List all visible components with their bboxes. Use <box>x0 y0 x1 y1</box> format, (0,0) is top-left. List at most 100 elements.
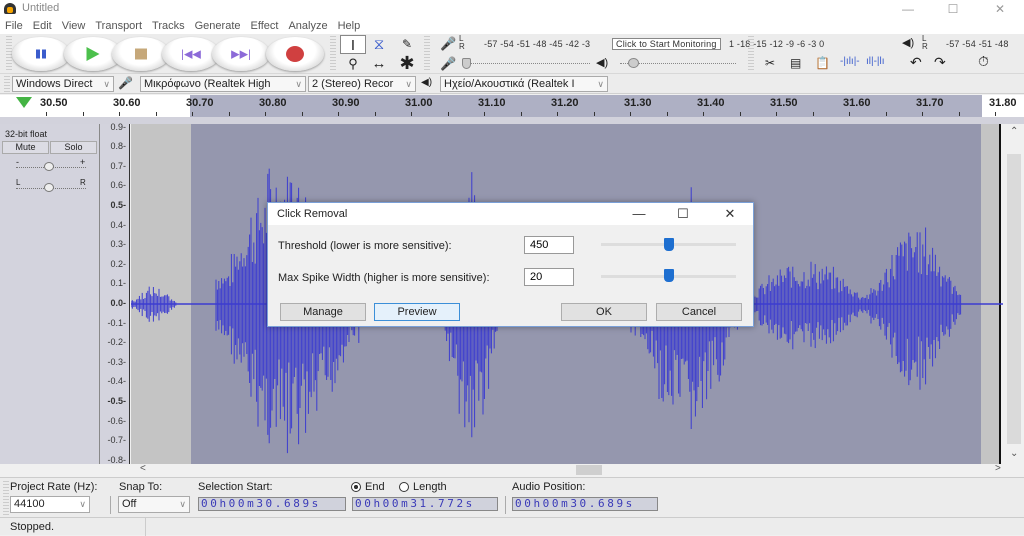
paste-button[interactable]: 📋 <box>815 56 830 70</box>
menu-generate[interactable]: Generate <box>190 18 246 34</box>
redo-button[interactable]: ↷ <box>934 54 946 71</box>
amplitude-label: -0.2- <box>107 337 126 348</box>
vertical-scroll-thumb[interactable] <box>1007 154 1021 444</box>
ruler-minor-tick <box>703 112 704 116</box>
preview-button[interactable]: Preview <box>374 303 460 321</box>
menu-file[interactable]: File <box>0 18 28 34</box>
ok-button[interactable]: OK <box>561 303 647 321</box>
ruler-minor-tick <box>520 112 522 116</box>
skip-to-end-button[interactable]: ▶▶| <box>212 37 270 71</box>
menu-transport[interactable]: Transport <box>90 18 147 34</box>
record-button[interactable] <box>266 37 324 71</box>
menu-view[interactable]: View <box>57 18 91 34</box>
horizontal-scroll-thumb[interactable] <box>576 465 602 475</box>
recording-channels-select[interactable]: 2 (Stereo) Recor <box>308 76 416 92</box>
device-grip[interactable] <box>4 76 10 92</box>
menu-tracks[interactable]: Tracks <box>147 18 190 34</box>
maximize-button[interactable]: ☐ <box>938 0 968 18</box>
status-divider <box>145 518 146 536</box>
click-removal-dialog: Click Removal — ☐ ✕ Threshold (lower is … <box>267 202 754 327</box>
menu-edit[interactable]: Edit <box>28 18 57 34</box>
length-label: Length <box>413 481 447 493</box>
close-button[interactable]: ✕ <box>985 0 1015 18</box>
amplitude-label: 0.7- <box>110 160 126 171</box>
input-volume-thumb[interactable] <box>462 58 471 69</box>
minimize-button[interactable]: — <box>893 0 923 18</box>
device-toolbar: Windows Direct 🎤 Μικρόφωνο (Realtek High… <box>0 74 1024 94</box>
ruler-tick: 31.80 <box>989 97 1017 109</box>
scroll-right-icon[interactable]: > <box>995 463 1001 474</box>
audio-position-time[interactable]: 00h00m30.689s <box>512 497 658 511</box>
monitor-tooltip[interactable]: Click to Start Monitoring <box>612 38 721 50</box>
multi-tool[interactable]: ✱ <box>394 54 420 73</box>
scroll-down-icon[interactable]: ⌄ <box>1010 448 1018 459</box>
menu-analyze[interactable]: Analyze <box>283 18 332 34</box>
selection-start-time[interactable]: 00h00m30.689s <box>198 497 346 511</box>
project-rate-select[interactable]: 44100 <box>10 496 90 513</box>
multi-tool-icon: ✱ <box>399 53 415 73</box>
playback-meter-scale[interactable]: -57 -54 -51 -48 <box>946 39 1009 49</box>
snap-to-select[interactable]: Off <box>118 496 190 513</box>
timeshift-tool[interactable]: ↔ <box>366 54 392 73</box>
menu-effect[interactable]: Effect <box>246 18 284 34</box>
spike-width-input[interactable] <box>524 268 574 286</box>
solo-button[interactable]: Solo <box>50 141 97 154</box>
playback-device-select[interactable]: Ηχείο/Ακουστικά (Realtek I <box>440 76 608 92</box>
dialog-minimize-button[interactable]: — <box>625 203 653 225</box>
envelope-tool[interactable]: ⧖ <box>366 35 392 54</box>
vertical-scrollbar[interactable]: ⌃ ⌄ <box>1004 124 1024 464</box>
title-bar: Untitled — ☐ ✕ <box>0 0 1024 18</box>
pause-button[interactable] <box>12 37 70 71</box>
play-head-icon[interactable] <box>16 97 32 108</box>
dialog-maximize-button[interactable]: ☐ <box>669 203 697 225</box>
end-radio[interactable] <box>351 482 361 492</box>
draw-tool[interactable]: ✎ <box>394 35 420 54</box>
divider <box>110 496 111 514</box>
ruler-minor-tick <box>812 112 814 116</box>
amplitude-label: -0.1- <box>107 317 126 328</box>
meter-divider <box>748 36 754 72</box>
gain-slider-thumb[interactable] <box>44 162 54 171</box>
track-control-panel: 32-bit float Mute Solo - + L R <box>0 124 100 464</box>
trim-button[interactable]: ✂ <box>765 56 775 70</box>
amplitude-label: 0.1- <box>110 278 126 289</box>
record-meter-scale[interactable]: -57 -54 -51 -48 -45 -42 -3 <box>484 39 590 49</box>
scroll-left-icon[interactable]: < <box>140 463 146 474</box>
recording-device-select[interactable]: Μικρόφωνο (Realtek High <box>140 76 306 92</box>
selection-end-time[interactable]: 00h00m31.772s <box>352 497 498 511</box>
timeline-ruler[interactable]: 30.50 30.60 30.70 30.80 30.90 31.00 31.1… <box>0 95 1024 117</box>
threshold-input[interactable] <box>524 236 574 254</box>
selection-toolbar: Project Rate (Hz): 44100 Snap To: Off Se… <box>0 477 1024 517</box>
skip-start-icon: |◀◀ <box>181 48 201 61</box>
threshold-slider-thumb[interactable] <box>663 238 674 251</box>
zoom-out-button[interactable]: ıl|-|lı <box>866 56 885 67</box>
zoom-in-button[interactable]: -|ılı|- <box>840 56 860 67</box>
audio-host-select[interactable]: Windows Direct <box>12 76 114 92</box>
manage-button[interactable]: Manage <box>280 303 366 321</box>
track-format: 32-bit float <box>5 129 48 139</box>
meter-grip[interactable] <box>424 36 430 72</box>
sync-lock-button[interactable]: ⏱ <box>978 53 989 70</box>
input-volume-mic-icon: 🎤 <box>440 56 457 71</box>
amplitude-label: 0.0- <box>110 298 126 308</box>
selection-tool[interactable]: I <box>340 35 366 54</box>
menu-help[interactable]: Help <box>333 18 366 34</box>
tools-grip[interactable] <box>330 36 336 72</box>
ruler-minor-tick <box>338 112 339 116</box>
silence-button[interactable]: ▤ <box>790 56 801 70</box>
pan-slider-thumb[interactable] <box>44 183 54 192</box>
spike-width-slider-thumb[interactable] <box>663 269 674 282</box>
mute-button[interactable]: Mute <box>2 141 49 154</box>
zoom-tool[interactable]: ⚲ <box>340 54 366 73</box>
amplitude-label: -0.3- <box>107 356 126 367</box>
cancel-button[interactable]: Cancel <box>656 303 742 321</box>
scroll-up-icon[interactable]: ⌃ <box>1010 126 1018 137</box>
length-radio[interactable] <box>399 482 409 492</box>
input-volume-slider[interactable] <box>462 63 590 64</box>
selection-grip[interactable] <box>3 481 9 515</box>
ruler-minor-tick <box>82 112 84 116</box>
horizontal-scrollbar[interactable]: < > <box>130 463 1024 476</box>
dialog-close-button[interactable]: ✕ <box>716 203 744 225</box>
undo-button[interactable]: ↶ <box>910 54 922 71</box>
output-volume-thumb[interactable] <box>628 58 639 68</box>
